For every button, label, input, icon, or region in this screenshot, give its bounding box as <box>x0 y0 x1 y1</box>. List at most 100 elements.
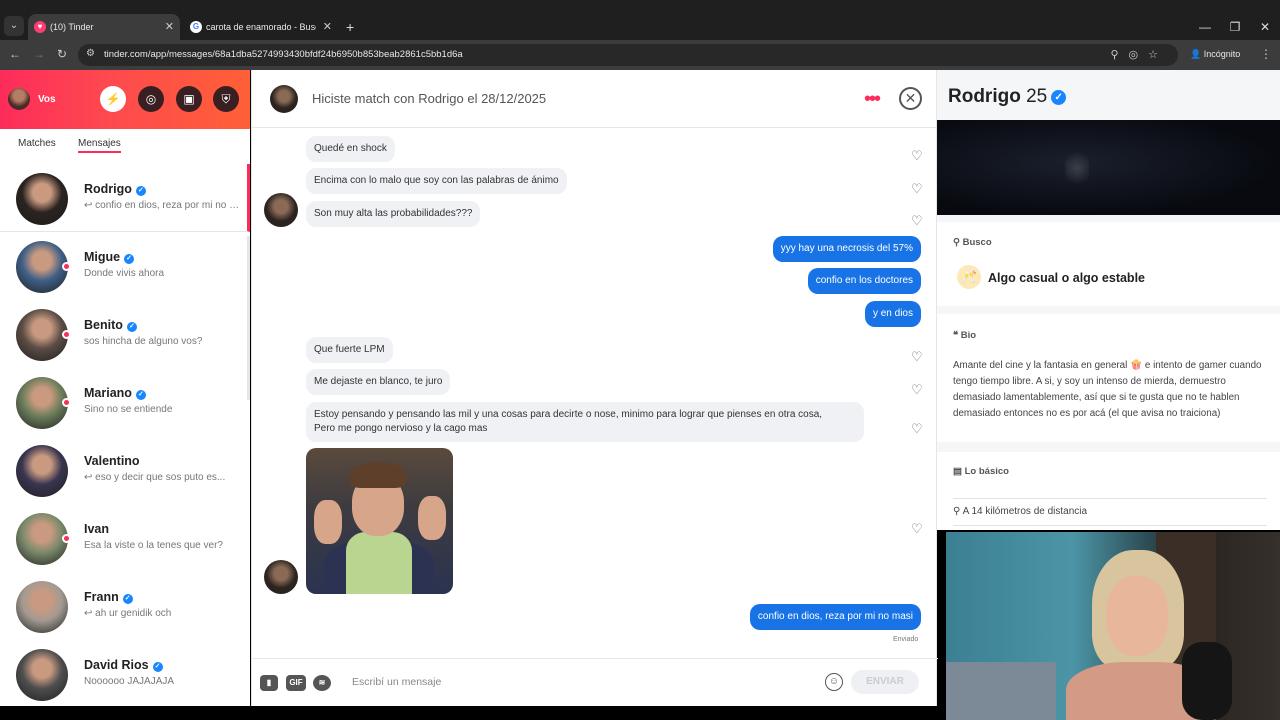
my-avatar[interactable] <box>8 88 30 110</box>
sent-message[interactable]: yyy hay una necrosis del 57% <box>772 236 921 262</box>
conversation-avatar <box>16 513 68 565</box>
safety-shield-icon[interactable]: ⛨ <box>213 86 239 112</box>
verified-badge-icon: ✓ <box>124 254 135 264</box>
sticker-icon[interactable]: ▮ <box>260 675 278 691</box>
incognito-badge[interactable]: 👤 Incógnito <box>1190 49 1240 60</box>
conversation-preview: Noooooo JAJAJAJA <box>84 676 175 687</box>
conversation-avatar <box>16 241 68 293</box>
received-message[interactable]: Son muy alta las probabilidades??? <box>306 201 481 227</box>
new-tab-icon[interactable]: + <box>346 14 354 40</box>
basics-heading: ▤ Lo básico <box>953 466 1009 477</box>
photo-highlight <box>1065 148 1089 188</box>
like-heart-icon[interactable]: ♡ <box>911 181 923 197</box>
send-button[interactable]: ENVIAR <box>851 670 919 694</box>
emoji-icon[interactable]: ☺ <box>825 673 843 691</box>
profile-name: Rodrigo <box>948 86 1021 107</box>
gif-message-image[interactable] <box>306 448 453 594</box>
verified-badge-icon: ✓ <box>126 322 137 332</box>
match-avatar[interactable] <box>270 85 298 113</box>
like-heart-icon[interactable]: ♡ <box>911 349 923 365</box>
tinder-favicon-icon: ♥ <box>34 21 46 33</box>
more-options-icon[interactable]: ••• <box>864 88 881 111</box>
message-input[interactable] <box>352 676 812 688</box>
tab-close-icon[interactable]: ✕ <box>323 14 332 40</box>
conversation-name: Rodrigo ✓ <box>84 182 146 196</box>
location-icon[interactable]: ⚲ <box>1110 49 1128 61</box>
tab-title: (10) Tinder <box>50 22 94 32</box>
url-field[interactable]: ⚙ tinder.com/app/messages/68a1dba5274993… <box>78 44 1178 66</box>
conversation-item[interactable]: Frann ✓ ↩ ah ur genidik och <box>0 572 250 640</box>
like-heart-icon[interactable]: ♡ <box>911 421 923 437</box>
received-message[interactable]: Que fuerte LPM <box>306 337 393 363</box>
like-heart-icon[interactable]: ♡ <box>911 521 923 537</box>
like-heart-icon[interactable]: ♡ <box>911 213 923 229</box>
browser-menu-icon[interactable]: ⋮ <box>1260 47 1272 61</box>
gif-shirt <box>346 532 412 594</box>
basics-label: Lo básico <box>964 466 1009 477</box>
bio-card: ❝ Bio Amante del cine y la fantasia en g… <box>937 314 1280 442</box>
online-dot-icon <box>62 262 71 271</box>
sent-message[interactable]: y en dios <box>864 301 921 327</box>
like-heart-icon[interactable]: ♡ <box>911 148 923 164</box>
sent-message[interactable]: confio en dios, reza por mi no masi <box>749 604 921 630</box>
spotify-icon[interactable]: ≋ <box>313 675 331 691</box>
sidebar-scrollbar[interactable] <box>247 236 250 400</box>
restore-icon[interactable]: ❐ <box>1220 14 1250 40</box>
url-text: tinder.com/app/messages/68a1dba527499343… <box>104 49 463 60</box>
conversation-avatar <box>16 649 68 701</box>
conversation-name: Ivan <box>84 522 109 536</box>
reload-icon[interactable]: ↻ <box>57 47 67 61</box>
bookmark-star-icon[interactable]: ☆ <box>1148 49 1168 61</box>
tab-search-icon[interactable]: ⌄ <box>4 16 24 36</box>
my-profile-label[interactable]: Vos <box>38 94 56 105</box>
webcam-bed <box>946 662 1056 720</box>
conversation-item[interactable]: Migue ✓ Donde vivis ahora <box>0 232 250 300</box>
conversation-preview: sos hincha de alguno vos? <box>84 336 203 347</box>
tab-google-search[interactable]: G carota de enamorado - Buscar con ✕ <box>184 14 338 40</box>
sent-message[interactable]: confio en los doctores <box>807 268 921 294</box>
site-info-icon[interactable]: ⚙ <box>86 48 95 59</box>
conversation-item[interactable]: Ivan Esa la viste o la tenes que ver? <box>0 504 250 572</box>
tab-matches[interactable]: Matches <box>18 138 56 149</box>
briefcase-icon[interactable]: ▣ <box>176 86 202 112</box>
forward-icon[interactable]: → <box>33 47 45 61</box>
profile-name-row: Rodrigo 25 ✓ <box>948 86 1067 108</box>
conversation-name-text: Benito <box>84 318 123 332</box>
explore-compass-icon[interactable]: ◎ <box>138 86 164 112</box>
back-icon[interactable]: ← <box>9 47 21 61</box>
eye-off-icon[interactable]: ◎ <box>1129 49 1149 61</box>
quote-icon: ❝ <box>953 330 959 341</box>
minimize-icon[interactable]: — <box>1190 14 1220 40</box>
tab-tinder[interactable]: ♥ (10) Tinder ✕ <box>28 14 180 40</box>
conversation-item[interactable]: Mariano ✓ Sino no se entiende <box>0 368 250 436</box>
profile-photo[interactable] <box>937 120 1280 215</box>
close-chat-icon[interactable]: ✕ <box>899 87 922 110</box>
search-icon: ⚲ <box>953 237 960 248</box>
conversation-item[interactable]: Valentino ↩ eso y decir que sos puto es..… <box>0 436 250 504</box>
conversation-name: Frann ✓ <box>84 590 133 604</box>
close-window-icon[interactable]: ✕ <box>1250 14 1280 40</box>
busco-value: Algo casual o algo estable <box>988 271 1145 285</box>
like-heart-icon[interactable]: ♡ <box>911 382 923 398</box>
conversation-item[interactable]: Benito ✓ sos hincha de alguno vos? <box>0 300 250 368</box>
browser-tab-bar: ⌄ ♥ (10) Tinder ✕ G carota de enamorado … <box>0 0 1280 40</box>
conversation-preview: ↩ ah ur genidik och <box>84 608 172 619</box>
received-message[interactable]: Encima con lo malo que soy con las palab… <box>306 168 567 194</box>
url-actions: ⚲◎☆ <box>1110 48 1168 61</box>
tab-mensajes[interactable]: Mensajes <box>78 138 121 153</box>
gif-hair <box>350 462 406 488</box>
chat-header: Hiciste match con Rodrigo el 28/12/2025 … <box>252 70 938 128</box>
conversation-item[interactable]: David Rios ✓ Noooooo JAJAJAJA <box>0 640 250 706</box>
conversation-name-text: Frann <box>84 590 119 604</box>
conversation-name-text: Migue <box>84 250 121 264</box>
sidebar-tabs: Matches Mensajes <box>0 129 250 163</box>
received-message[interactable]: Quedé en shock <box>306 136 395 162</box>
conversation-name-text: Valentino <box>84 454 140 468</box>
boost-icon[interactable]: ⚡ <box>100 86 126 112</box>
tab-close-icon[interactable]: ✕ <box>165 14 174 40</box>
conversation-item[interactable]: Rodrigo ✓ ↩ confio en dios, reza por mi no… <box>0 164 250 232</box>
received-message[interactable]: Me dejaste en blanco, te juro <box>306 369 451 395</box>
online-dot-icon <box>62 534 71 543</box>
received-message[interactable]: Estoy pensando y pensando las mil y una … <box>306 402 864 442</box>
gif-button[interactable]: GIF <box>286 675 306 691</box>
